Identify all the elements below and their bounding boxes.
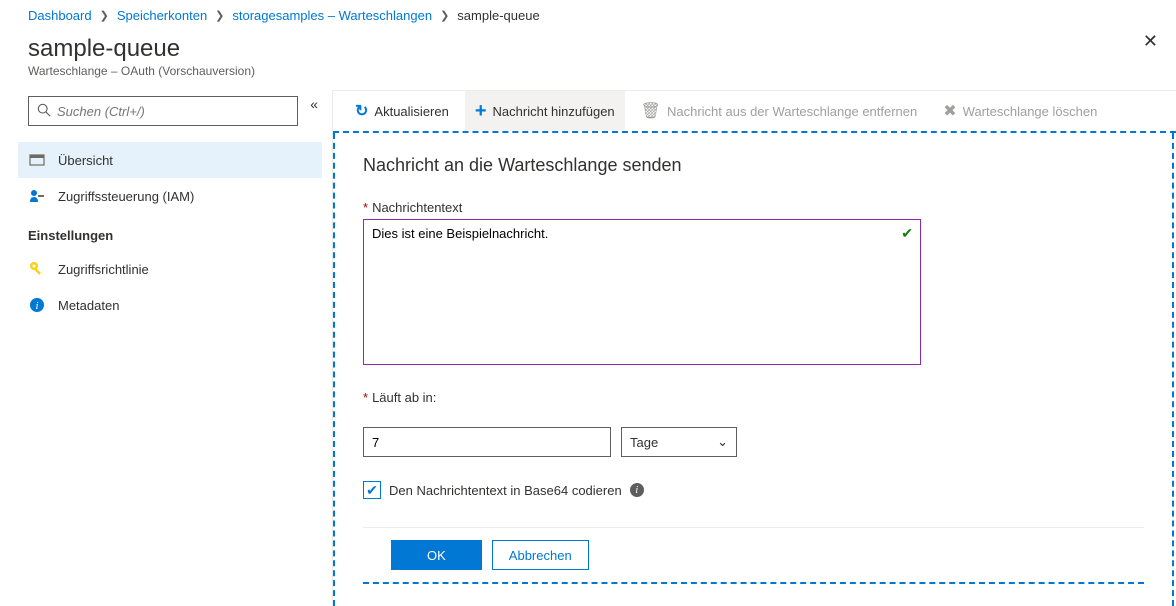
collapse-sidebar-icon[interactable]: « — [310, 96, 318, 112]
search-input[interactable] — [57, 104, 289, 119]
breadcrumb-current: sample-queue — [457, 8, 539, 23]
sidebar: « Übersicht Zugriffssteuerung (IAM) Eins… — [0, 90, 332, 606]
plus-icon: + — [475, 100, 487, 123]
iam-icon — [28, 187, 46, 205]
refresh-button[interactable]: ↻ Aktualisieren — [345, 91, 459, 131]
remove-message-button[interactable]: 🗑 Nachricht aus der Warteschlange entfer… — [631, 91, 928, 131]
close-icon[interactable]: ✕ — [1143, 31, 1158, 52]
dialog-footer: OK Abbrechen — [363, 527, 1144, 584]
sidebar-item-label: Zugriffssteuerung (IAM) — [58, 189, 194, 204]
info-tooltip-icon[interactable]: i — [630, 483, 644, 497]
sidebar-item-metadata[interactable]: i Metadaten — [18, 287, 322, 323]
breadcrumb-queues[interactable]: storagesamples – Warteschlangen — [232, 8, 432, 23]
chevron-right-icon: ❯ — [215, 9, 224, 22]
delete-queue-button[interactable]: ✖ Warteschlange löschen — [933, 91, 1107, 131]
refresh-label: Aktualisieren — [374, 104, 448, 119]
base64-checkbox[interactable]: ✔ — [363, 481, 381, 499]
svg-text:i: i — [35, 300, 38, 312]
chevron-right-icon: ❯ — [100, 9, 109, 22]
breadcrumb: Dashboard ❯ Speicherkonten ❯ storagesamp… — [0, 0, 1176, 31]
overview-icon — [28, 151, 46, 169]
trash-icon: 🗑 — [641, 101, 661, 121]
breadcrumb-dashboard[interactable]: Dashboard — [28, 8, 92, 23]
remove-label: Nachricht aus der Warteschlange entferne… — [667, 104, 917, 119]
chevron-down-icon: ⌄ — [717, 434, 728, 450]
expire-label: *Läuft ab in: — [363, 390, 1144, 405]
delete-label: Warteschlange löschen — [963, 104, 1098, 119]
valid-check-icon: ✔ — [901, 225, 913, 242]
sidebar-item-access-policy[interactable]: Zugriffsrichtlinie — [18, 251, 322, 287]
search-box[interactable] — [28, 96, 298, 126]
add-label: Nachricht hinzufügen — [493, 104, 615, 119]
expire-unit-value: Tage — [630, 435, 658, 450]
message-textarea[interactable] — [363, 219, 921, 365]
info-icon: i — [28, 296, 46, 314]
sidebar-item-iam[interactable]: Zugriffssteuerung (IAM) — [18, 178, 322, 214]
expire-unit-select[interactable]: Tage ⌄ — [621, 427, 737, 457]
delete-icon: ✖ — [943, 101, 956, 121]
message-label: *Nachrichtentext — [363, 200, 1144, 215]
refresh-icon: ↻ — [355, 101, 368, 121]
form-title: Nachricht an die Warteschlange senden — [363, 155, 1144, 176]
ok-button[interactable]: OK — [391, 540, 482, 570]
breadcrumb-storage-accounts[interactable]: Speicherkonten — [117, 8, 207, 23]
sidebar-item-label: Metadaten — [58, 298, 119, 313]
sidebar-item-label: Zugriffsrichtlinie — [58, 262, 149, 277]
form-area: Nachricht an die Warteschlange senden *N… — [333, 133, 1174, 606]
sidebar-group-settings: Einstellungen — [28, 228, 312, 243]
chevron-right-icon: ❯ — [440, 9, 449, 22]
cancel-button[interactable]: Abbrechen — [492, 540, 589, 570]
base64-label: Den Nachrichtentext in Base64 codieren — [389, 483, 622, 498]
page-title: sample-queue — [28, 35, 255, 63]
search-icon — [37, 103, 51, 120]
main-panel: ↻ Aktualisieren + Nachricht hinzufügen 🗑… — [332, 90, 1176, 606]
page-subtitle: Warteschlange – OAuth (Vorschauversion) — [28, 64, 255, 78]
sidebar-item-overview[interactable]: Übersicht — [18, 142, 322, 178]
sidebar-item-label: Übersicht — [58, 153, 113, 168]
expire-number-input[interactable] — [363, 427, 611, 457]
toolbar: ↻ Aktualisieren + Nachricht hinzufügen 🗑… — [333, 90, 1176, 133]
key-icon — [28, 260, 46, 278]
add-message-button[interactable]: + Nachricht hinzufügen — [465, 91, 625, 131]
